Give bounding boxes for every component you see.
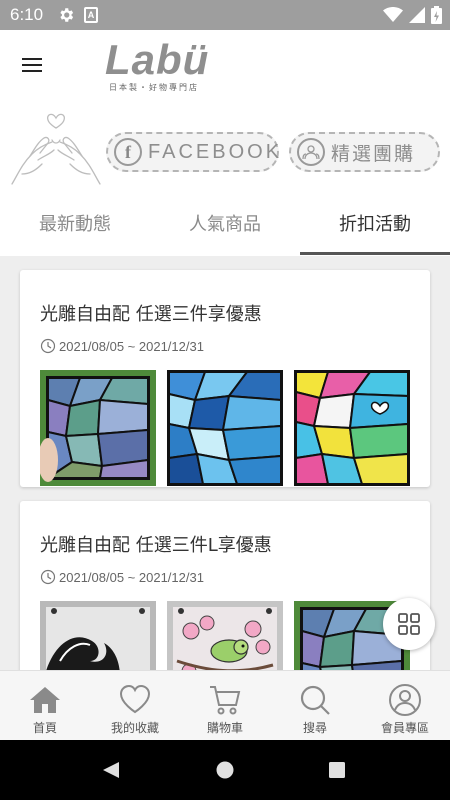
- hamburger-icon-line: [22, 70, 42, 72]
- grid-icon: [398, 613, 420, 635]
- card-date: 2021/08/05 ~ 2021/12/31: [40, 338, 204, 354]
- battery-icon: [431, 6, 442, 24]
- signal-icon: [409, 7, 425, 23]
- card-title: 光雕自由配 任選三件L享優惠: [40, 535, 272, 556]
- great-wave-image: [40, 601, 156, 670]
- app-header: Labü 日本製・好物專門店: [0, 30, 450, 102]
- promo-card[interactable]: 光雕自由配 任選三件L享優惠 2021/08/05 ~ 2021/12/31: [20, 501, 430, 670]
- product-image-stained-glass-colorful[interactable]: [294, 370, 410, 486]
- product-image-stained-glass-green[interactable]: [40, 370, 156, 486]
- nav-member-label: 會員專區: [380, 721, 429, 735]
- status-indicators: [383, 6, 442, 24]
- product-image-great-wave[interactable]: [40, 601, 156, 670]
- nav-cart-label: 購物車: [206, 721, 243, 735]
- status-bar: 6:10 A: [0, 0, 450, 30]
- brand-logo[interactable]: Labü 日本製・好物專門店: [105, 36, 220, 98]
- card-title: 光雕自由配 任選三件享優惠: [40, 304, 262, 325]
- home-icon: [30, 687, 60, 713]
- settings-gear-icon: [60, 8, 74, 22]
- tab-discount-events[interactable]: 折扣活動: [300, 200, 450, 256]
- app-notification-icon: A: [84, 7, 98, 23]
- back-icon[interactable]: [101, 760, 121, 780]
- tab-latest-news[interactable]: 最新動態: [0, 200, 150, 256]
- nav-home-label: 首頁: [32, 721, 57, 735]
- heart-icon: [119, 684, 151, 714]
- group-buy-icon: [297, 138, 325, 166]
- group-buy-button[interactable]: 精選團購: [289, 132, 440, 172]
- nav-favorites-label: 我的收藏: [110, 721, 159, 735]
- product-image-stained-glass-blue[interactable]: [167, 370, 283, 486]
- clock-icon: [40, 569, 56, 585]
- card-date: 2021/08/05 ~ 2021/12/31: [40, 569, 204, 585]
- home-circle-icon[interactable]: [216, 761, 234, 779]
- wifi-icon: [383, 7, 403, 22]
- facebook-label: FACEBOOK: [148, 140, 283, 163]
- grid-view-button[interactable]: [383, 598, 435, 650]
- nav-search-label: 搜尋: [302, 721, 327, 735]
- discount-feed[interactable]: 光雕自由配 任選三件享優惠 2021/08/05 ~ 2021/12/31 光雕…: [0, 256, 450, 670]
- status-time: 6:10: [10, 5, 44, 24]
- card-date-range: 2021/08/05 ~ 2021/12/31: [59, 338, 204, 354]
- promo-card[interactable]: 光雕自由配 任選三件享優惠 2021/08/05 ~ 2021/12/31: [20, 270, 430, 487]
- nav-cart[interactable]: 購物車: [180, 671, 270, 741]
- card-image-row: [40, 601, 410, 670]
- promo-banner: f FACEBOOK 精選團購: [0, 102, 450, 194]
- active-tab-indicator: [300, 252, 450, 255]
- search-icon: [300, 685, 330, 715]
- nav-search[interactable]: 搜尋: [270, 671, 360, 741]
- stained-glass-blue-image: [167, 370, 283, 486]
- category-tabs: 最新動態 人氣商品 折扣活動: [0, 200, 450, 256]
- stained-glass-green-image: [40, 370, 156, 486]
- recents-icon[interactable]: [328, 761, 346, 779]
- bottom-navigation: 首頁 我的收藏 購物車 搜尋 會員專區: [0, 670, 450, 740]
- card-image-row: [40, 370, 410, 486]
- pinky-promise-hands-illustration: [11, 113, 101, 185]
- cart-icon: [210, 686, 241, 715]
- group-buy-label: 精選團購: [331, 142, 416, 165]
- clock-icon: [40, 338, 56, 354]
- user-icon: [389, 684, 421, 716]
- nav-member[interactable]: 會員專區: [360, 671, 450, 741]
- tab-popular-products[interactable]: 人氣商品: [150, 200, 300, 256]
- nav-home[interactable]: 首頁: [0, 671, 90, 741]
- hamburger-icon-line: [22, 58, 42, 60]
- card-date-range: 2021/08/05 ~ 2021/12/31: [59, 569, 204, 585]
- facebook-button[interactable]: f FACEBOOK: [106, 132, 279, 172]
- product-image-bird-cherry-blossom[interactable]: [167, 601, 283, 670]
- bird-cherry-blossom-image: [167, 601, 283, 670]
- system-navigation-bar: [0, 740, 450, 800]
- hamburger-icon-line: [22, 64, 42, 66]
- menu-button[interactable]: [22, 54, 48, 78]
- logo-text: Labü: [105, 36, 210, 83]
- stained-glass-colorful-image: [294, 370, 410, 486]
- facebook-icon: f: [114, 138, 142, 166]
- nav-favorites[interactable]: 我的收藏: [90, 671, 180, 741]
